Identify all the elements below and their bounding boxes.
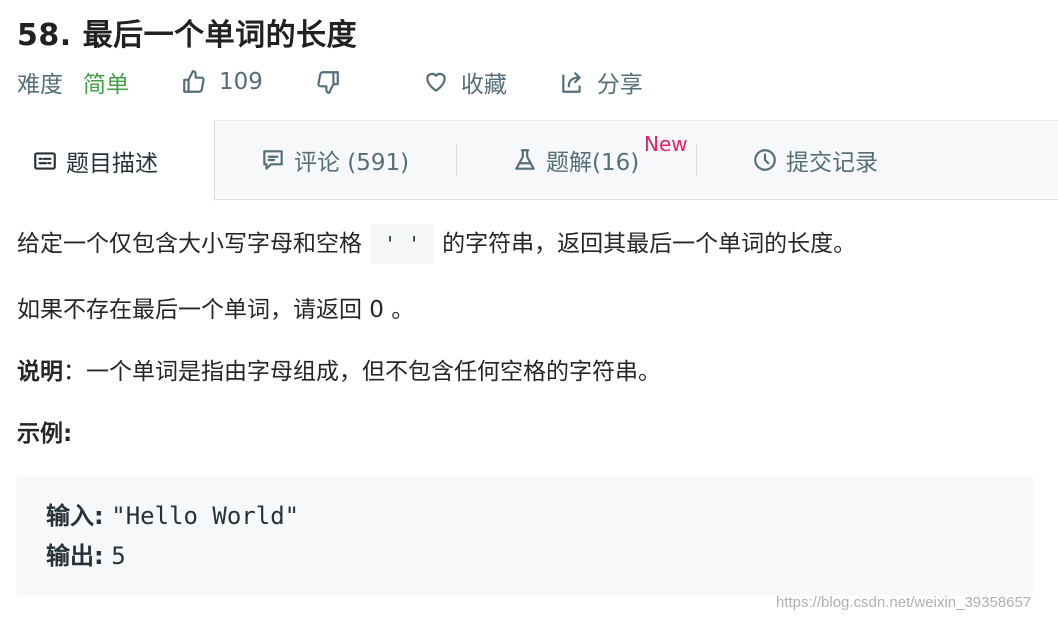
note-text: ：一个单词是指由字母组成，但不包含任何空格的字符串。: [63, 359, 661, 385]
tab-solutions[interactable]: 题解(16): [512, 120, 639, 200]
description-paragraph: 如果不存在最后一个单词，请返回 0 。: [17, 297, 415, 323]
description-text: 的字符串，返回其最后一个单词的长度。: [442, 231, 857, 257]
share-button[interactable]: 分享: [559, 65, 643, 99]
input-value: "Hello World": [111, 502, 300, 530]
note-paragraph: 说明：一个单词是指由字母组成，但不包含任何空格的字符串。: [17, 352, 661, 392]
tab-comments[interactable]: 评论 (591): [260, 120, 409, 200]
tab-submissions[interactable]: 提交记录: [752, 120, 878, 200]
output-label: 输出:: [46, 542, 104, 570]
description-paragraph: 给定一个仅包含大小写字母和空格 ' ' 的字符串，返回其最后一个单词的长度。: [17, 224, 856, 264]
difficulty-value: 简单: [83, 72, 129, 98]
example-output: 输出: 5: [46, 536, 126, 576]
tab-divider: [456, 144, 457, 176]
inline-code: ' ': [370, 224, 435, 264]
tab-solutions-label: 题解(16): [546, 150, 640, 176]
tab-divider: [696, 144, 697, 176]
output-value: 5: [111, 542, 126, 570]
problem-meta: 难度 简单 109 收藏 分享: [17, 64, 643, 100]
problem-tabs: 题目描述 评论 (591) 题解(16) New 提交记录: [0, 120, 1058, 201]
watermark: https://blog.csdn.net/weixin_39358657: [776, 594, 1032, 611]
example-input: 输入: "Hello World": [46, 496, 299, 536]
thumbs-up-icon: [183, 70, 205, 93]
note-label: 说明: [17, 359, 63, 385]
problem-title: 58. 最后一个单词的长度: [17, 18, 358, 53]
input-label: 输入:: [46, 502, 104, 530]
tab-submissions-label: 提交记录: [786, 150, 878, 176]
thumbs-down-icon: [317, 71, 339, 94]
tab-description[interactable]: 题目描述: [0, 120, 215, 201]
favorite-button[interactable]: 收藏: [423, 65, 507, 99]
dislike-button[interactable]: [315, 69, 353, 95]
clock-icon: [754, 149, 776, 171]
example-block: 输入: "Hello World" 输出: 5: [16, 476, 1034, 596]
like-count: 109: [219, 69, 263, 95]
example-heading: 示例:: [17, 421, 73, 447]
flask-icon: [515, 149, 535, 170]
new-badge: New: [644, 132, 688, 156]
share-label: 分享: [596, 72, 643, 98]
tab-comments-label: 评论 (591): [294, 150, 410, 176]
comment-icon: [263, 150, 283, 170]
share-icon: [562, 72, 581, 93]
description-text: 给定一个仅包含大小写字母和空格: [17, 231, 362, 257]
tab-description-label: 题目描述: [66, 150, 158, 177]
description-icon: [34, 151, 56, 170]
favorite-label: 收藏: [460, 72, 507, 98]
heart-icon: [426, 72, 446, 92]
difficulty-label: 难度: [17, 72, 63, 98]
like-button[interactable]: 109: [181, 69, 263, 95]
